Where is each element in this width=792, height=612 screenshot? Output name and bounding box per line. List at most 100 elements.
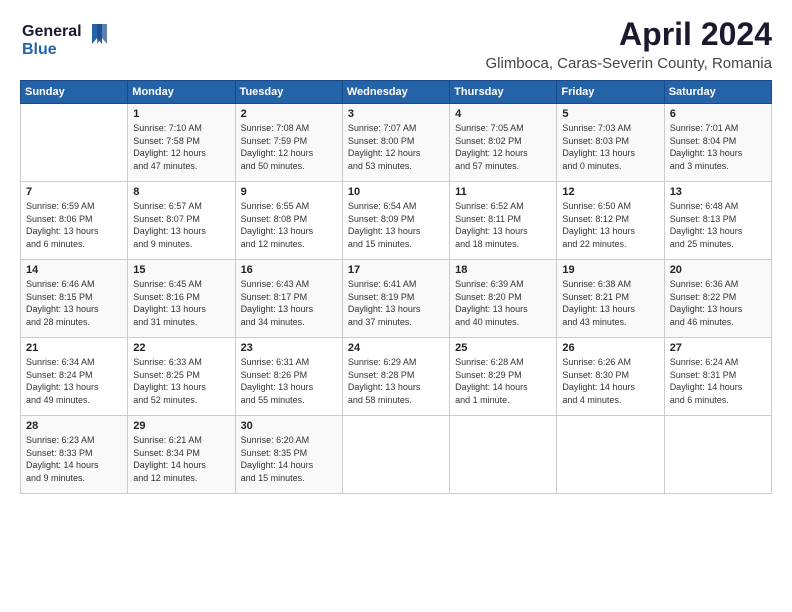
calendar-cell: 6 Sunrise: 7:01 AM Sunset: 8:04 PM Daylig… — [664, 104, 771, 182]
day-number: 8 — [133, 186, 229, 198]
day-info: Sunrise: 6:24 AM Sunset: 8:31 PM Dayligh… — [670, 356, 766, 406]
day-number: 12 — [562, 186, 658, 198]
day-info: Sunrise: 7:03 AM Sunset: 8:03 PM Dayligh… — [562, 122, 658, 172]
header: General Blue April 2024 Glimboca, Caras-… — [20, 16, 772, 72]
day-number: 17 — [348, 264, 444, 276]
calendar-cell: 9 Sunrise: 6:55 AM Sunset: 8:08 PM Daylig… — [235, 182, 342, 260]
day-info: Sunrise: 7:01 AM Sunset: 8:04 PM Dayligh… — [670, 122, 766, 172]
day-number: 10 — [348, 186, 444, 198]
calendar-cell — [342, 416, 449, 494]
calendar-cell: 29 Sunrise: 6:21 AM Sunset: 8:34 PM Dayli… — [128, 416, 235, 494]
svg-text:General: General — [22, 23, 82, 40]
day-info: Sunrise: 6:36 AM Sunset: 8:22 PM Dayligh… — [670, 278, 766, 328]
calendar-cell: 14Sunrise: 6:46 AM Sunset: 8:15 PM Dayli… — [21, 260, 128, 338]
day-header-saturday: Saturday — [664, 81, 771, 104]
week-row-2: 7 Sunrise: 6:59 AM Sunset: 8:06 PM Daylig… — [21, 182, 772, 260]
day-number: 27 — [670, 342, 766, 354]
calendar-cell: 22Sunrise: 6:33 AM Sunset: 8:25 PM Dayli… — [128, 338, 235, 416]
location-subtitle: Glimboca, Caras-Severin County, Romania — [485, 55, 772, 72]
logo-icon: General Blue — [20, 16, 110, 61]
calendar-cell: 15 Sunrise: 6:45 AM Sunset: 8:16 PM Dayli… — [128, 260, 235, 338]
day-number: 29 — [133, 420, 229, 432]
day-header-sunday: Sunday — [21, 81, 128, 104]
calendar-cell: 19Sunrise: 6:38 AM Sunset: 8:21 PM Dayli… — [557, 260, 664, 338]
calendar-cell: 30 Sunrise: 6:20 AM Sunset: 8:35 PM Dayli… — [235, 416, 342, 494]
day-info: Sunrise: 7:10 AM Sunset: 7:58 PM Dayligh… — [133, 122, 229, 172]
calendar-cell: 1 Sunrise: 7:10 AM Sunset: 7:58 PM Daylig… — [128, 104, 235, 182]
day-number: 5 — [562, 108, 658, 120]
calendar-cell: 8 Sunrise: 6:57 AM Sunset: 8:07 PM Daylig… — [128, 182, 235, 260]
day-info: Sunrise: 6:21 AM Sunset: 8:34 PM Dayligh… — [133, 434, 229, 484]
day-info: Sunrise: 6:31 AM Sunset: 8:26 PM Dayligh… — [241, 356, 337, 406]
calendar-cell: 25 Sunrise: 6:28 AM Sunset: 8:29 PM Dayli… — [450, 338, 557, 416]
day-number: 1 — [133, 108, 229, 120]
day-number: 2 — [241, 108, 337, 120]
calendar-cell: 20Sunrise: 6:36 AM Sunset: 8:22 PM Dayli… — [664, 260, 771, 338]
calendar-cell: 11Sunrise: 6:52 AM Sunset: 8:11 PM Dayli… — [450, 182, 557, 260]
month-title: April 2024 — [485, 16, 772, 53]
svg-text:Blue: Blue — [22, 41, 57, 58]
day-number: 15 — [133, 264, 229, 276]
day-number: 6 — [670, 108, 766, 120]
day-info: Sunrise: 6:45 AM Sunset: 8:16 PM Dayligh… — [133, 278, 229, 328]
day-info: Sunrise: 6:43 AM Sunset: 8:17 PM Dayligh… — [241, 278, 337, 328]
day-number: 22 — [133, 342, 229, 354]
day-info: Sunrise: 6:57 AM Sunset: 8:07 PM Dayligh… — [133, 200, 229, 250]
day-info: Sunrise: 6:59 AM Sunset: 8:06 PM Dayligh… — [26, 200, 122, 250]
calendar-cell: 5 Sunrise: 7:03 AM Sunset: 8:03 PM Daylig… — [557, 104, 664, 182]
day-number: 28 — [26, 420, 122, 432]
day-info: Sunrise: 6:26 AM Sunset: 8:30 PM Dayligh… — [562, 356, 658, 406]
day-number: 23 — [241, 342, 337, 354]
day-header-thursday: Thursday — [450, 81, 557, 104]
day-number: 9 — [241, 186, 337, 198]
calendar-cell: 2 Sunrise: 7:08 AM Sunset: 7:59 PM Daylig… — [235, 104, 342, 182]
day-info: Sunrise: 7:08 AM Sunset: 7:59 PM Dayligh… — [241, 122, 337, 172]
calendar-cell — [664, 416, 771, 494]
calendar-table: SundayMondayTuesdayWednesdayThursdayFrid… — [20, 80, 772, 494]
day-info: Sunrise: 6:48 AM Sunset: 8:13 PM Dayligh… — [670, 200, 766, 250]
day-header-friday: Friday — [557, 81, 664, 104]
calendar-cell — [450, 416, 557, 494]
calendar-cell: 26 Sunrise: 6:26 AM Sunset: 8:30 PM Dayli… — [557, 338, 664, 416]
calendar-cell: 12Sunrise: 6:50 AM Sunset: 8:12 PM Dayli… — [557, 182, 664, 260]
calendar-cell: 21Sunrise: 6:34 AM Sunset: 8:24 PM Dayli… — [21, 338, 128, 416]
week-row-4: 21Sunrise: 6:34 AM Sunset: 8:24 PM Dayli… — [21, 338, 772, 416]
day-info: Sunrise: 6:41 AM Sunset: 8:19 PM Dayligh… — [348, 278, 444, 328]
day-number: 30 — [241, 420, 337, 432]
day-info: Sunrise: 6:54 AM Sunset: 8:09 PM Dayligh… — [348, 200, 444, 250]
calendar-cell: 10 Sunrise: 6:54 AM Sunset: 8:09 PM Dayli… — [342, 182, 449, 260]
calendar-cell — [21, 104, 128, 182]
day-header-tuesday: Tuesday — [235, 81, 342, 104]
calendar-cell: 23 Sunrise: 6:31 AM Sunset: 8:26 PM Dayli… — [235, 338, 342, 416]
day-info: Sunrise: 7:05 AM Sunset: 8:02 PM Dayligh… — [455, 122, 551, 172]
day-number: 13 — [670, 186, 766, 198]
day-number: 4 — [455, 108, 551, 120]
day-number: 19 — [562, 264, 658, 276]
calendar-cell: 24Sunrise: 6:29 AM Sunset: 8:28 PM Dayli… — [342, 338, 449, 416]
day-header-monday: Monday — [128, 81, 235, 104]
week-row-3: 14Sunrise: 6:46 AM Sunset: 8:15 PM Dayli… — [21, 260, 772, 338]
calendar-cell: 16Sunrise: 6:43 AM Sunset: 8:17 PM Dayli… — [235, 260, 342, 338]
day-number: 26 — [562, 342, 658, 354]
week-row-5: 28Sunrise: 6:23 AM Sunset: 8:33 PM Dayli… — [21, 416, 772, 494]
calendar-container: General Blue April 2024 Glimboca, Caras-… — [0, 0, 792, 612]
calendar-cell: 18 Sunrise: 6:39 AM Sunset: 8:20 PM Dayli… — [450, 260, 557, 338]
title-area: April 2024 Glimboca, Caras-Severin Count… — [485, 16, 772, 72]
day-number: 18 — [455, 264, 551, 276]
calendar-cell: 3 Sunrise: 7:07 AM Sunset: 8:00 PM Daylig… — [342, 104, 449, 182]
day-number: 25 — [455, 342, 551, 354]
day-number: 7 — [26, 186, 122, 198]
day-info: Sunrise: 6:28 AM Sunset: 8:29 PM Dayligh… — [455, 356, 551, 406]
day-number: 3 — [348, 108, 444, 120]
days-header-row: SundayMondayTuesdayWednesdayThursdayFrid… — [21, 81, 772, 104]
day-info: Sunrise: 6:20 AM Sunset: 8:35 PM Dayligh… — [241, 434, 337, 484]
day-info: Sunrise: 6:39 AM Sunset: 8:20 PM Dayligh… — [455, 278, 551, 328]
day-info: Sunrise: 6:55 AM Sunset: 8:08 PM Dayligh… — [241, 200, 337, 250]
calendar-cell: 7 Sunrise: 6:59 AM Sunset: 8:06 PM Daylig… — [21, 182, 128, 260]
week-row-1: 1 Sunrise: 7:10 AM Sunset: 7:58 PM Daylig… — [21, 104, 772, 182]
calendar-cell: 28Sunrise: 6:23 AM Sunset: 8:33 PM Dayli… — [21, 416, 128, 494]
calendar-cell: 17 Sunrise: 6:41 AM Sunset: 8:19 PM Dayli… — [342, 260, 449, 338]
day-header-wednesday: Wednesday — [342, 81, 449, 104]
day-info: Sunrise: 6:52 AM Sunset: 8:11 PM Dayligh… — [455, 200, 551, 250]
day-info: Sunrise: 7:07 AM Sunset: 8:00 PM Dayligh… — [348, 122, 444, 172]
